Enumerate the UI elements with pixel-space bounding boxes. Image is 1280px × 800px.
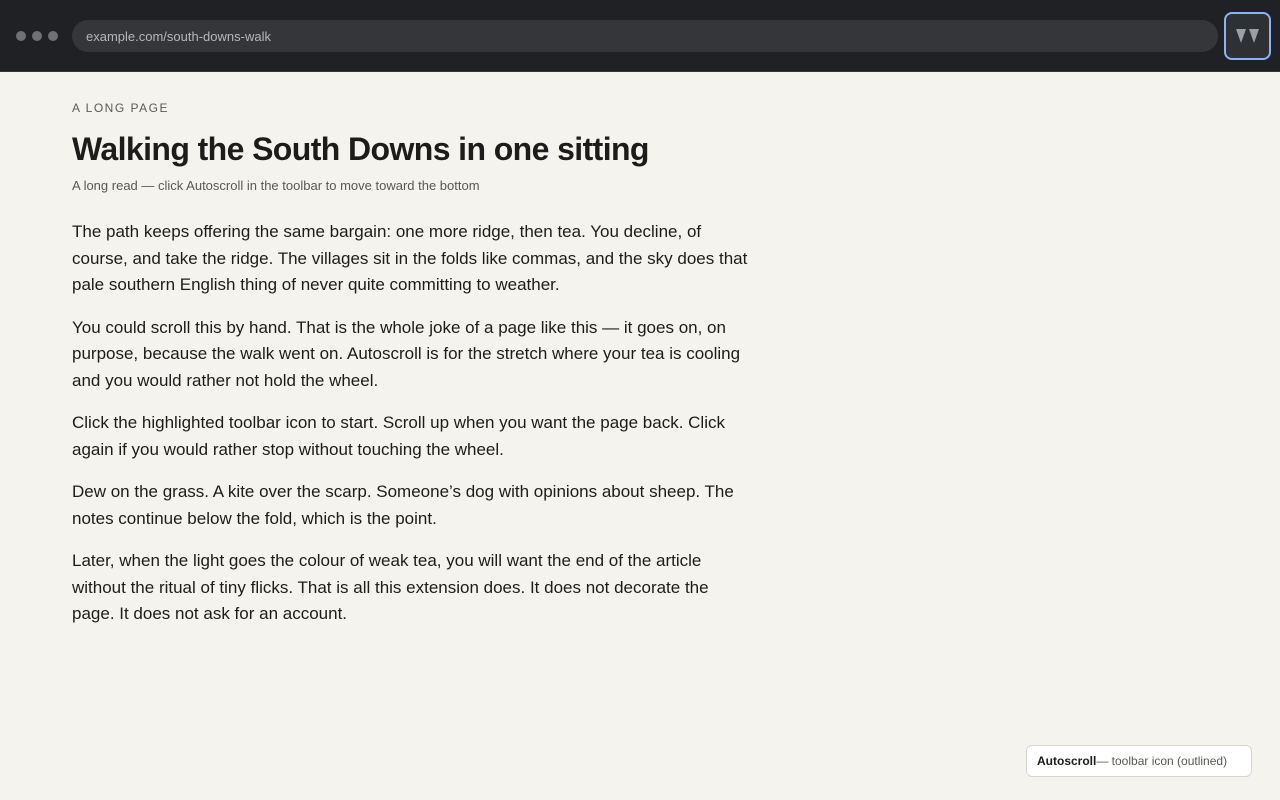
article-paragraph: Click the highlighted toolbar icon to st… [72, 413, 725, 459]
article-paragraph: Later, when the light goes the colour of… [72, 551, 709, 623]
autoscroll-double-chevron-icon [1235, 29, 1259, 43]
article-kicker: A LONG PAGE [72, 101, 169, 115]
url-text: example.com/south-downs-walk [86, 28, 271, 44]
article: A LONG PAGE Walking the South Downs in o… [72, 101, 752, 644]
autoscroll-extension-button[interactable] [1224, 12, 1271, 60]
browser-toolbar: example.com/south-downs-walk [0, 0, 1280, 72]
page-title: Walking the South Downs in one sitting [72, 131, 649, 167]
address-bar[interactable]: example.com/south-downs-walk [72, 20, 1218, 52]
hint-description: — toolbar icon (outlined) [1096, 754, 1228, 768]
maximize-window-dot[interactable] [48, 31, 58, 41]
hint-extension-name: Autoscroll [1037, 754, 1097, 768]
article-paragraph: Dew on the grass. A kite over the scarp.… [72, 482, 734, 528]
article-paragraph: The path keeps offering the same bargain… [72, 222, 748, 294]
window-controls [16, 31, 58, 41]
toolbar-hint-badge: Autoscroll — toolbar icon (outlined) [1026, 745, 1252, 777]
article-subtitle: A long read — click Autoscroll in the to… [72, 178, 480, 193]
close-window-dot[interactable] [16, 31, 26, 41]
article-body: The path keeps offering the same bargain… [72, 219, 752, 628]
minimize-window-dot[interactable] [32, 31, 42, 41]
article-paragraph: You could scroll this by hand. That is t… [72, 317, 741, 390]
